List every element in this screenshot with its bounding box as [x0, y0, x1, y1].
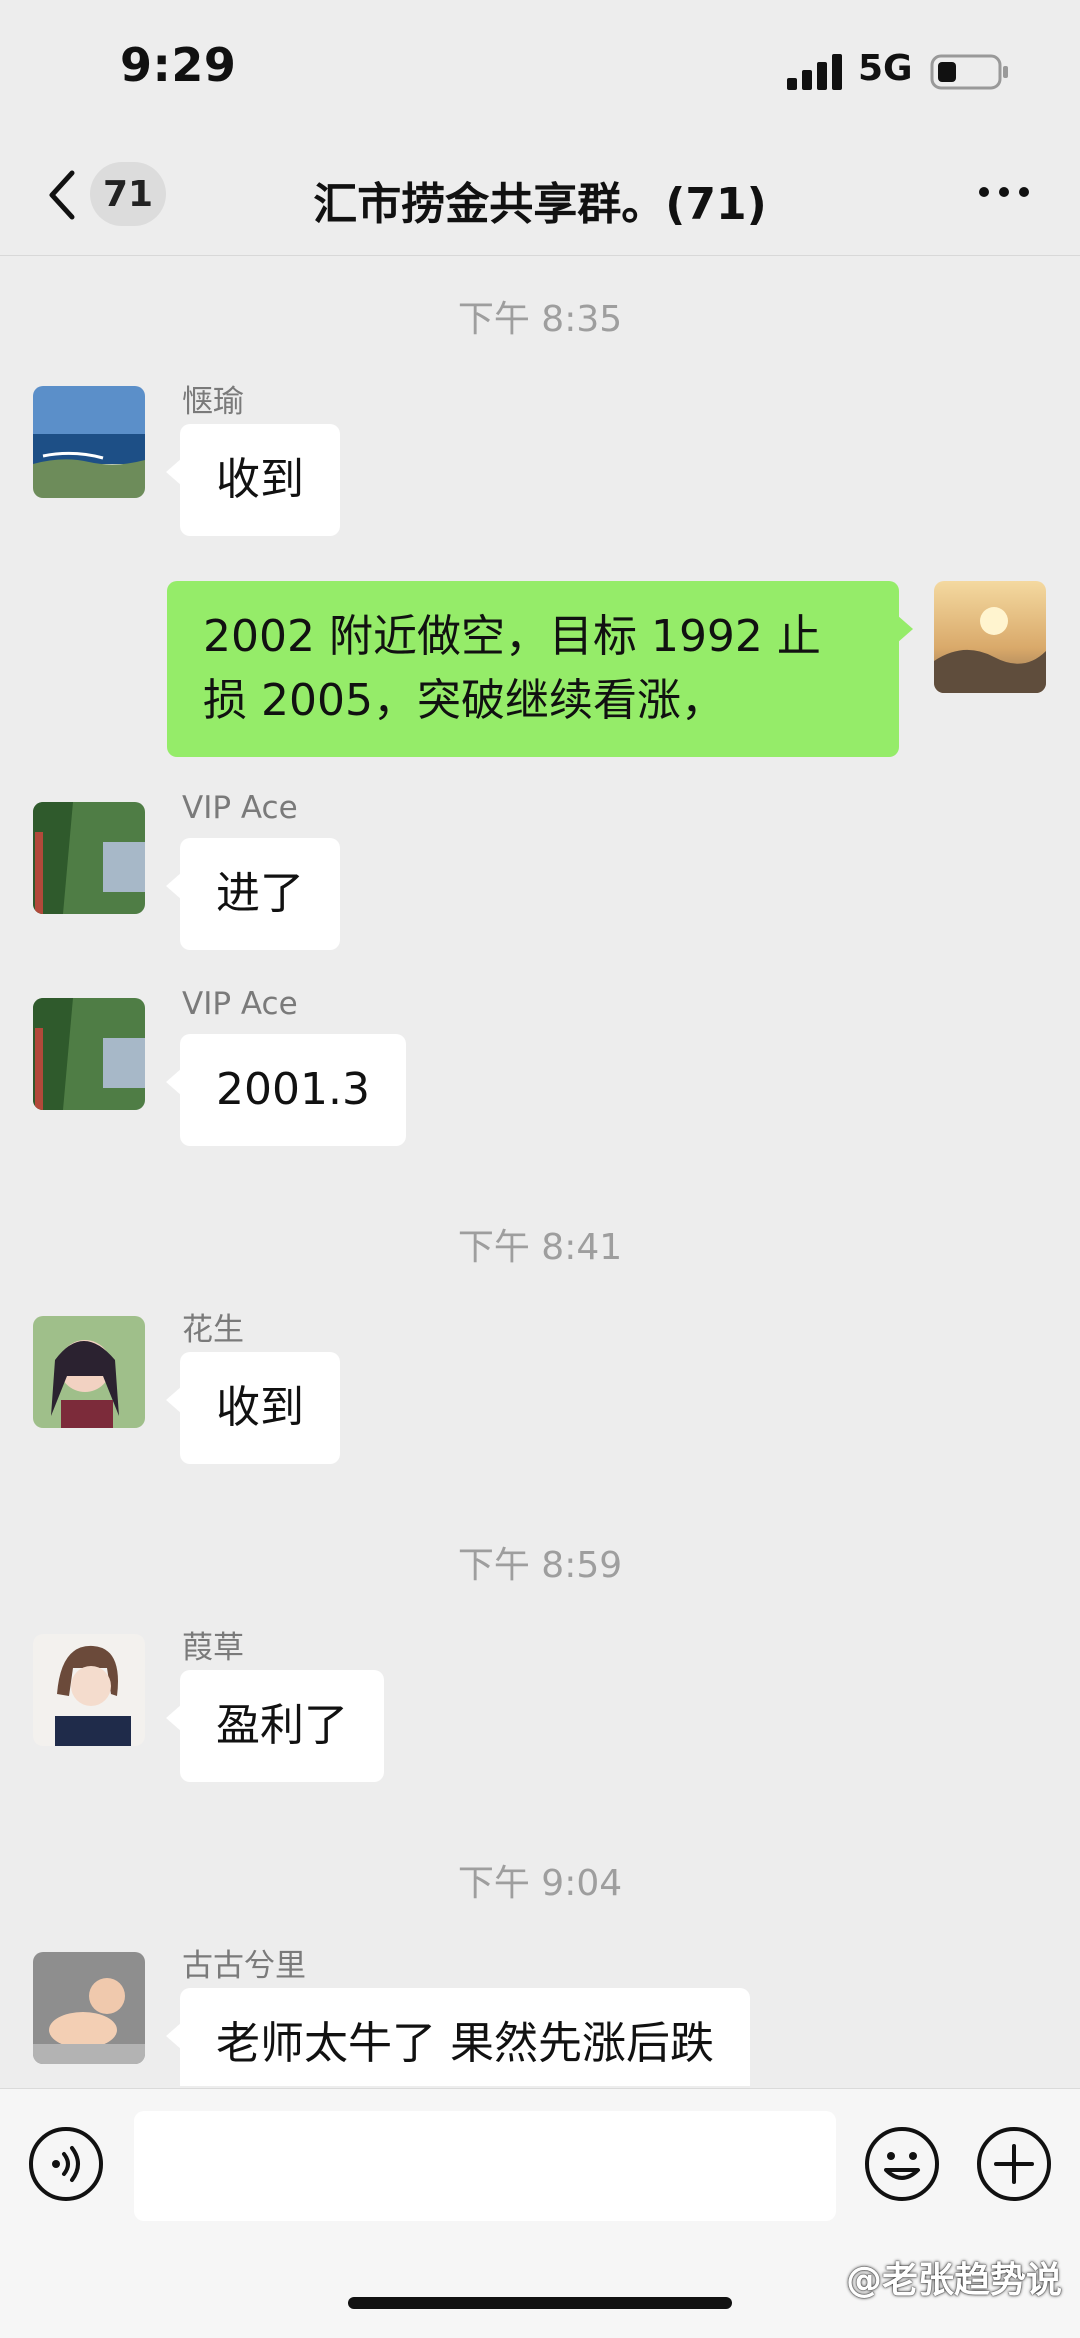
avatar-trees[interactable] — [33, 802, 145, 914]
signal-icon — [787, 54, 842, 90]
sender-name: 花生 — [182, 1312, 244, 1348]
message-bubble[interactable]: 收到 — [166, 424, 340, 536]
status-time: 9:29 — [120, 38, 237, 92]
chat-header: 71 汇市捞金共享群。(71) — [0, 140, 1080, 256]
message-list[interactable]: 下午 8:35 惬瑜 收到 2002 附近做空，目标 1992 止损 2005，… — [0, 256, 1080, 2086]
sender-name: 古古兮里 — [182, 1948, 306, 1984]
plus-icon[interactable] — [976, 2126, 1052, 2202]
status-bar: 9:29 5G — [0, 0, 1080, 140]
chat-title: 汇市捞金共享群。(71) — [313, 179, 767, 230]
home-indicator[interactable] — [348, 2297, 732, 2309]
message-bubble[interactable]: 盈利了 — [166, 1670, 384, 1782]
timestamp: 下午 8:59 — [457, 1545, 623, 1586]
sender-name: VIP Ace — [182, 986, 298, 1022]
more-dots-icon[interactable] — [976, 180, 1032, 204]
avatar-trees[interactable] — [33, 998, 145, 1110]
timestamp: 下午 8:41 — [457, 1227, 623, 1268]
network-type: 5G — [858, 48, 913, 89]
emoji-icon[interactable] — [864, 2126, 940, 2202]
message-bubble[interactable]: 收到 — [166, 1352, 340, 1464]
message-input[interactable] — [134, 2111, 836, 2221]
message-bubble[interactable]: 进了 — [166, 838, 340, 950]
battery-icon — [930, 54, 1008, 90]
input-bar: @老张趋势说 — [0, 2088, 1080, 2338]
message-bubble[interactable]: 2001.3 — [166, 1034, 406, 1146]
timestamp: 下午 9:04 — [457, 1863, 623, 1904]
sender-name: 葭草 — [182, 1630, 244, 1666]
sender-name: VIP Ace — [182, 790, 298, 826]
voice-icon[interactable] — [28, 2126, 104, 2202]
timestamp: 下午 8:35 — [457, 299, 623, 340]
sender-name: 惬瑜 — [182, 384, 244, 420]
message-bubble-outgoing[interactable]: 2002 附近做空，目标 1992 止损 2005，突破继续看涨， — [167, 581, 913, 757]
avatar-baby[interactable] — [33, 1952, 145, 2064]
avatar-anime[interactable] — [33, 1316, 145, 1428]
unread-count-badge[interactable]: 71 — [90, 162, 166, 226]
message-bubble[interactable]: 老师太牛了 果然先涨后跌 — [166, 1988, 750, 2086]
avatar-illustration[interactable] — [33, 1634, 145, 1746]
watermark: @老张趋势说 — [845, 2260, 1062, 2301]
avatar-self[interactable] — [934, 581, 1046, 693]
chevron-left-icon[interactable] — [42, 165, 82, 225]
avatar-ocean[interactable] — [33, 386, 145, 498]
